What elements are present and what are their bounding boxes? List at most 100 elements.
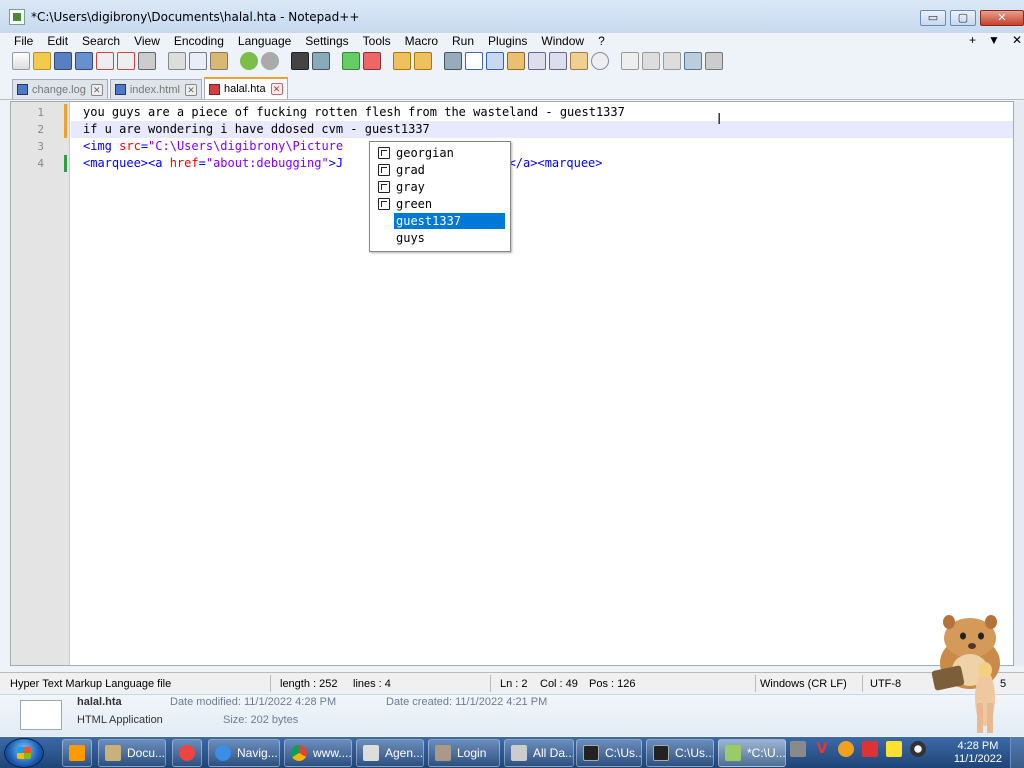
menu-view[interactable]: View — [127, 33, 167, 49]
details-date-created: Date created: 11/1/2022 4:21 PM — [386, 696, 548, 708]
code-line-1[interactable]: you guys are a piece of fucking rotten f… — [83, 104, 1013, 121]
taskbar-paint[interactable] — [172, 739, 202, 767]
sync-horizontal-icon[interactable] — [414, 52, 432, 70]
taskbar-button-notepad-plus-plus[interactable]: *C:\U... — [718, 739, 786, 767]
autocomplete-item[interactable]: gray — [375, 179, 505, 195]
function-list-icon[interactable] — [549, 52, 567, 70]
status-encoding[interactable]: UTF-8 — [870, 677, 901, 691]
taskbar-button-login[interactable]: Login — [428, 739, 500, 767]
notepad-plus-plus-icon — [9, 8, 25, 25]
save-icon[interactable] — [54, 52, 72, 70]
flag-icon[interactable] — [862, 741, 878, 757]
maximize-button[interactable]: ▢ — [950, 10, 976, 26]
new-file-icon[interactable] — [12, 52, 30, 70]
show-all-characters-icon[interactable] — [465, 52, 483, 70]
taskbar-button-agent[interactable]: Agen... — [356, 739, 424, 767]
code-editor[interactable]: 1 2 3 4 you guys are a piece of fucking … — [10, 101, 1014, 666]
tab-close-icon[interactable]: ✕ — [270, 83, 283, 95]
copy-icon[interactable] — [189, 52, 207, 70]
menu-file[interactable]: File — [0, 33, 40, 49]
menu-help[interactable]: ? — [591, 33, 612, 49]
start-button[interactable] — [4, 738, 44, 768]
close-button[interactable]: ✕ — [980, 10, 1024, 26]
taskbar-button-documents[interactable]: Docu... — [98, 739, 166, 767]
menu-run[interactable]: Run — [445, 33, 481, 49]
taskbar-clock[interactable]: 4:28 PM 11/1/2022 — [954, 740, 1002, 766]
menu-plugins[interactable]: Plugins — [481, 33, 534, 49]
search-magnifier-icon[interactable] — [838, 741, 854, 757]
menu-encoding[interactable]: Encoding — [167, 33, 231, 49]
macro-stop-icon[interactable] — [642, 52, 660, 70]
undo-icon[interactable] — [240, 52, 258, 70]
macro-play-icon[interactable] — [663, 52, 681, 70]
sync-vertical-icon[interactable] — [393, 52, 411, 70]
folder-as-workspace-icon[interactable] — [570, 52, 588, 70]
menu-macro[interactable]: Macro — [398, 33, 445, 49]
find-icon[interactable] — [291, 52, 309, 70]
tab-list-dropdown-button[interactable]: ▼ — [988, 33, 1000, 47]
taskbar-button-cmd-2[interactable]: C:\Us... — [646, 739, 714, 767]
volume-icon[interactable] — [910, 741, 926, 757]
monitoring-icon[interactable] — [591, 52, 609, 70]
autocomplete-item[interactable]: green — [375, 196, 505, 212]
tab-change-log[interactable]: change.log ✕ — [12, 79, 108, 99]
autocomplete-item[interactable]: guys — [375, 230, 505, 246]
new-tab-plus-button[interactable]: + — [969, 33, 976, 47]
macro-record-icon[interactable] — [621, 52, 639, 70]
word-wrap-icon[interactable] — [444, 52, 462, 70]
taskbar-button-navigation[interactable]: Navig... — [208, 739, 280, 767]
redo-icon[interactable] — [261, 52, 279, 70]
close-document-button[interactable]: ✕ — [1012, 33, 1022, 47]
line-number-gutter[interactable]: 1 2 3 4 — [11, 102, 70, 665]
menu-settings[interactable]: Settings — [298, 33, 355, 49]
taskbar-button-all-data[interactable]: All Da... — [504, 739, 574, 767]
tab-close-icon[interactable]: ✕ — [90, 83, 103, 96]
show-desktop-button[interactable] — [1010, 737, 1024, 768]
indent-guide-icon[interactable] — [486, 52, 504, 70]
zoom-in-icon[interactable] — [342, 52, 360, 70]
macro-save-icon[interactable] — [705, 52, 723, 70]
taskbar-media-player[interactable] — [62, 739, 92, 767]
zoom-out-icon[interactable] — [363, 52, 381, 70]
antivirus-v-icon[interactable]: V — [814, 741, 830, 757]
file-icon — [17, 84, 28, 95]
minimize-button[interactable]: ▭ — [920, 10, 946, 26]
hamster-desktop-pet[interactable] — [925, 608, 1015, 738]
code-line-2[interactable]: if u are wondering i have ddosed cvm - g… — [71, 121, 1013, 138]
code-line-4[interactable]: <marquee><a href="about:debugging">J!!</… — [83, 155, 1013, 172]
cut-icon[interactable] — [168, 52, 186, 70]
note-icon[interactable] — [886, 741, 902, 757]
taskbar-button-cmd-1[interactable]: C:\Us... — [576, 739, 642, 767]
save-all-icon[interactable] — [75, 52, 93, 70]
user-defined-language-icon[interactable] — [507, 52, 525, 70]
tab-halal-hta[interactable]: halal.hta ✕ — [203, 77, 288, 99]
paint-icon — [179, 745, 195, 761]
open-file-icon[interactable] — [33, 52, 51, 70]
menu-window[interactable]: Window — [534, 33, 591, 49]
close-all-icon[interactable] — [117, 52, 135, 70]
autocomplete-list[interactable]: georgian grad gray green guest1337 guys — [369, 141, 511, 252]
tab-close-icon[interactable]: ✕ — [184, 83, 197, 96]
autocomplete-item[interactable]: georgian — [375, 145, 505, 161]
document-map-icon[interactable] — [528, 52, 546, 70]
title-bar[interactable]: *C:\Users\digibrony\Documents\halal.hta … — [0, 0, 1024, 33]
tab-index-html[interactable]: index.html ✕ — [109, 79, 202, 99]
menu-language[interactable]: Language — [231, 33, 298, 49]
code-line-3[interactable]: <img src="C:\Users\digibrony\Picture> — [83, 138, 1013, 155]
media-player-icon — [69, 745, 85, 761]
replace-icon[interactable] — [312, 52, 330, 70]
autocomplete-item-selected[interactable]: guest1337 — [394, 213, 505, 229]
vertical-scrollbar[interactable] — [1014, 101, 1024, 666]
menu-tools[interactable]: Tools — [356, 33, 398, 49]
taskbar-button-chrome[interactable]: www.... — [284, 739, 352, 767]
autocomplete-item[interactable]: grad — [375, 162, 505, 178]
menu-edit[interactable]: Edit — [40, 33, 75, 49]
network-icon[interactable] — [790, 741, 806, 757]
macro-run-multiple-icon[interactable] — [684, 52, 702, 70]
paste-icon[interactable] — [210, 52, 228, 70]
menu-search[interactable]: Search — [75, 33, 127, 49]
print-icon[interactable] — [138, 52, 156, 70]
status-line-ending[interactable]: Windows (CR LF) — [760, 677, 847, 691]
function-cube-icon — [378, 147, 390, 159]
close-file-icon[interactable] — [96, 52, 114, 70]
